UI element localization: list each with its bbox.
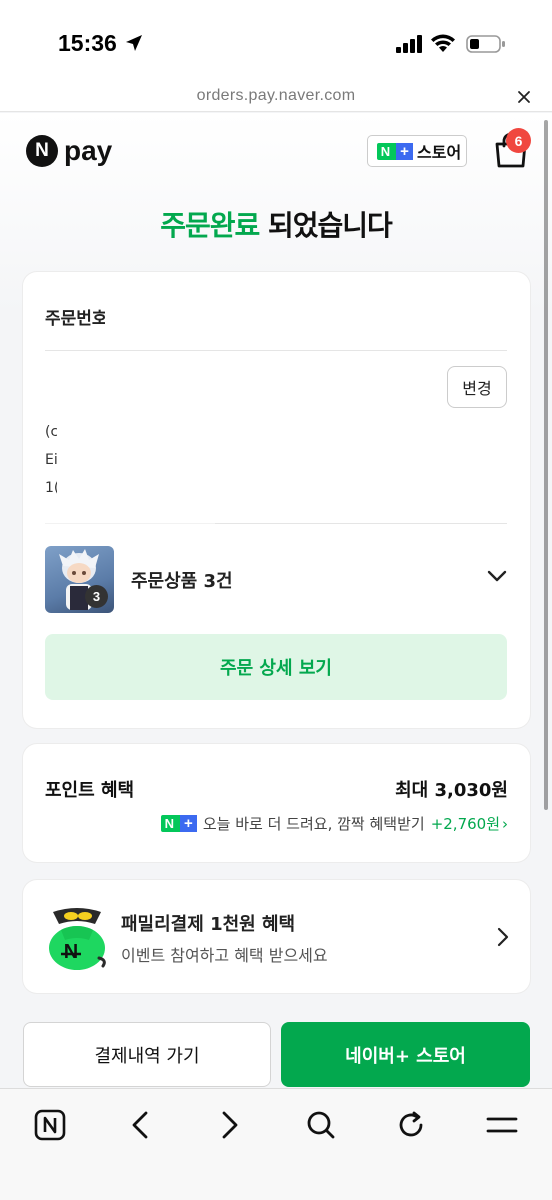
cart-count-badge: 6: [506, 128, 531, 153]
naver-plus-store-button[interactable]: 네이버+ 스토어: [281, 1022, 530, 1087]
points-benefit-card: 포인트 혜택 최대 3,030원 N + 오늘 바로 더 드려요, 깜짝 혜택받…: [23, 744, 530, 862]
product-thumbnail[interactable]: 3: [45, 546, 114, 613]
naver-plus-badge: N +: [377, 142, 413, 160]
npay-logo-text: pay: [64, 135, 113, 166]
points-promo-link[interactable]: N + 오늘 바로 더 드려요, 깜짝 혜택받기 +2,760원 ›: [160, 813, 508, 834]
headline-rest: 되었습니다: [259, 209, 393, 242]
order-number-label: 주문번호: [45, 309, 105, 329]
refresh-icon[interactable]: [391, 1105, 431, 1145]
svg-text:N: N: [64, 941, 78, 963]
order-items-label[interactable]: 주문상품 3건: [131, 567, 233, 593]
family-banner-title: 패밀리결제 1천원 혜택: [121, 914, 296, 935]
location-arrow-icon: [126, 35, 142, 51]
forward-icon[interactable]: [210, 1105, 250, 1145]
naver-plus-badge: N +: [160, 815, 197, 832]
divider: [45, 350, 507, 351]
points-promo-text: 오늘 바로 더 드려요, 깜짝 혜택받기: [202, 815, 425, 833]
change-button[interactable]: 변경: [447, 366, 507, 408]
divider: [45, 523, 215, 524]
wifi-icon: [431, 34, 455, 52]
back-icon[interactable]: [120, 1105, 160, 1145]
points-max: 최대 3,030원: [395, 780, 508, 801]
battery-icon: [466, 35, 505, 53]
npay-logo[interactable]: N pay: [26, 135, 112, 167]
browser-toolbar: [0, 1088, 552, 1200]
page-title: 주문완료 되었습니다: [0, 204, 552, 244]
naver-home-icon[interactable]: [30, 1105, 70, 1145]
order-detail-button[interactable]: 주문 상세 보기: [45, 634, 507, 700]
store-chip-label: 스토어: [417, 143, 462, 162]
chevron-down-icon[interactable]: [486, 569, 508, 583]
payment-history-button[interactable]: 결제내역 가기: [23, 1022, 271, 1087]
status-bar: 15:36: [0, 0, 552, 84]
url-bar[interactable]: orders.pay.naver.com: [0, 84, 552, 112]
points-promo-amount: +2,760원: [430, 815, 500, 833]
chevron-right-icon: ›: [502, 814, 508, 833]
points-title: 포인트 혜택: [45, 780, 135, 801]
address-line-partial: 1(: [45, 480, 57, 496]
moneybag-icon: N: [49, 908, 106, 970]
scrollbar[interactable]: [544, 120, 548, 810]
item-count-badge: 3: [85, 585, 108, 608]
family-banner-subtitle: 이벤트 참여하고 혜택 받으세요: [121, 946, 328, 965]
npay-logo-mark: N: [26, 135, 58, 167]
signal-icon: [396, 35, 422, 53]
chevron-right-icon[interactable]: [497, 927, 509, 947]
url-text[interactable]: orders.pay.naver.com: [0, 87, 552, 105]
menu-icon[interactable]: [482, 1105, 522, 1145]
status-time: 15:36: [58, 30, 117, 56]
close-icon[interactable]: [516, 89, 532, 105]
address-line-partial: (c: [45, 424, 57, 440]
divider: [215, 523, 507, 524]
family-payment-banner[interactable]: N 패밀리결제 1천원 혜택 이벤트 참여하고 혜택 받으세요: [23, 880, 530, 993]
address-line-partial: Ei: [45, 452, 57, 468]
naver-plus-store-chip[interactable]: N + 스토어: [367, 135, 467, 167]
search-icon[interactable]: [301, 1105, 341, 1145]
order-summary-card: 주문번호 변경 (c Ei 1( 3 주문상품 3건 주문 상세 보기: [23, 272, 530, 728]
headline-highlight: 주문완료: [160, 209, 260, 242]
